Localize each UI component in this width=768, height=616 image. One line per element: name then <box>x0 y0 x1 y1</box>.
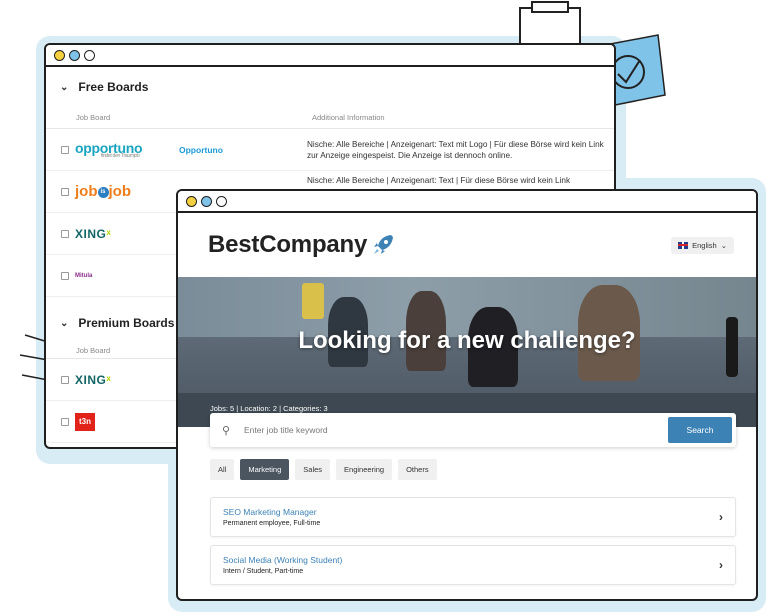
search-icon: ⚲ <box>222 424 231 437</box>
brand-logo[interactable]: BestCompany <box>208 231 395 259</box>
jobisjob-logo: job is job <box>75 180 171 204</box>
language-label: English <box>692 240 717 250</box>
board-row: opportuno findet den Traumjob Opportuno N… <box>46 129 614 171</box>
job-subtitle: Intern / Student, Part-time <box>223 568 304 575</box>
xing-logo: XINGˣ <box>75 226 112 241</box>
filter-sales[interactable]: Sales <box>295 459 331 480</box>
window-titlebar <box>178 191 756 213</box>
premium-boards-title: Premium Boards <box>78 316 175 330</box>
filter-others[interactable]: Others <box>398 459 437 480</box>
board-checkbox[interactable] <box>61 187 69 196</box>
job-subtitle: Permanent employee, Full-time <box>223 520 321 527</box>
job-search-bar: ⚲ Search <box>210 413 736 447</box>
board-name[interactable]: Opportuno <box>171 145 307 155</box>
jobisjob-logo-part: job <box>75 183 98 200</box>
opportuno-logo: opportuno findet den Traumjob <box>75 138 171 162</box>
jobisjob-logo-is: is <box>97 186 109 198</box>
chevron-down-icon[interactable]: ⌄ <box>60 82 68 93</box>
filter-marketing[interactable]: Marketing <box>240 459 290 480</box>
chevron-down-icon: ⌄ <box>720 240 727 250</box>
board-checkbox[interactable] <box>61 229 69 238</box>
jobisjob-logo-part: job <box>108 183 132 200</box>
hero-photo-lamp <box>302 283 324 319</box>
job-search-input[interactable] <box>238 425 668 435</box>
board-info: Nische: Alle Bereiche | Anzeigenart: Tex… <box>307 176 571 185</box>
col-job-board: Job Board <box>76 113 111 122</box>
free-boards-title: Free Boards <box>78 80 149 94</box>
job-title[interactable]: Social Media (Working Student) <box>223 555 342 565</box>
board-info: Nische: Alle Bereiche | Anzeigenart: Tex… <box>307 139 604 160</box>
filter-engineering[interactable]: Engineering <box>336 459 393 480</box>
mitula-logo-text: Mitula <box>75 272 93 279</box>
window-titlebar <box>46 45 614 67</box>
board-checkbox[interactable] <box>61 145 69 154</box>
window-dot-white-icon[interactable] <box>216 195 227 207</box>
language-select[interactable]: English ⌄ <box>671 236 734 254</box>
xing-logo-text: XING <box>75 226 107 241</box>
category-filters: All Marketing Sales Engineering Others <box>210 459 437 480</box>
search-button[interactable]: Search <box>668 417 732 443</box>
t3n-logo: t3n <box>75 410 171 434</box>
xing-logo: XINGˣ <box>75 372 112 387</box>
t3n-logo-text: t3n <box>75 412 95 431</box>
job-list: SEO Marketing Manager Permanent employee… <box>210 497 736 593</box>
paper-sketch-icon <box>19 334 49 381</box>
job-listing[interactable]: Social Media (Working Student) Intern / … <box>210 545 736 585</box>
window-dot-blue-icon[interactable] <box>201 195 212 207</box>
board-checkbox[interactable] <box>61 417 69 426</box>
job-stats: Jobs: 5 | Location: 2 | Categories: 3 <box>210 404 328 413</box>
xing-logo-text: XING <box>75 372 107 387</box>
rocket-icon <box>374 235 394 254</box>
free-boards-column-header: Job Board Additional Information <box>46 107 614 129</box>
uk-flag-icon <box>678 241 689 249</box>
window-dot-white-icon[interactable] <box>84 49 95 61</box>
chevron-down-icon[interactable]: ⌄ <box>60 318 68 329</box>
window-dot-yellow-icon[interactable] <box>54 49 65 61</box>
brand-name: BestCompany <box>208 231 368 258</box>
free-boards-header[interactable]: ⌄ Free Boards <box>46 67 614 107</box>
hero-headline: Looking for a new challenge? <box>298 327 636 354</box>
filter-all[interactable]: All <box>210 459 235 480</box>
board-checkbox[interactable] <box>61 271 69 280</box>
job-listing[interactable]: SEO Marketing Manager Permanent employee… <box>210 497 736 537</box>
window-dot-yellow-icon[interactable] <box>186 195 197 207</box>
career-page-window: BestCompany English ⌄ Looking for a new … <box>176 189 758 601</box>
hero-banner: Looking for a new challenge? Jobs: 5 | L… <box>178 277 756 427</box>
career-header: BestCompany English ⌄ <box>178 213 756 277</box>
board-checkbox[interactable] <box>61 375 69 384</box>
window-dot-blue-icon[interactable] <box>69 49 80 61</box>
chevron-right-icon[interactable]: › <box>719 510 723 524</box>
col-additional-info: Additional Information <box>312 113 385 122</box>
job-title[interactable]: SEO Marketing Manager <box>223 507 320 517</box>
mitula-logo: Mitula <box>75 264 171 288</box>
chevron-right-icon[interactable]: › <box>719 558 723 572</box>
